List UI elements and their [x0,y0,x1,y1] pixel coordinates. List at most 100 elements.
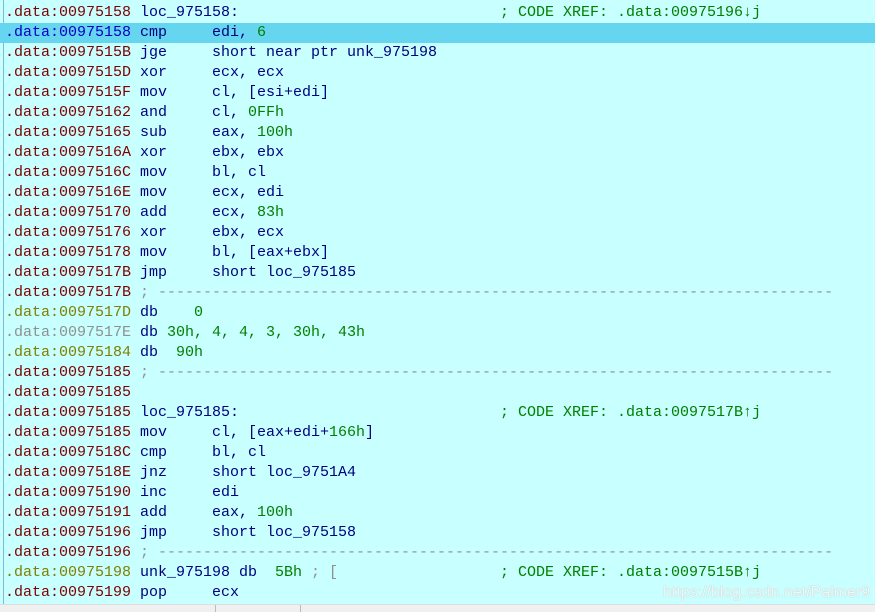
listing-line[interactable]: .data:0097517B jmp short loc_975185 [0,263,875,283]
operand: cl, [eax+edi+ [212,424,330,441]
address: .data:0097516A [5,144,132,161]
listing-line[interactable]: .data:00975196 jmp short loc_975158 [0,523,875,543]
operand: ecx, edi [212,184,285,201]
listing-line[interactable]: .data:00975162 and cl, 0FFh [0,103,875,123]
listing-line[interactable]: .data:0097515D xor ecx, ecx [0,63,875,83]
listing-line[interactable]: .data:00975185 ; ------------------------… [0,363,875,383]
mnemonic: db [140,324,159,341]
mnemonic: xor [140,144,168,161]
listing-line[interactable]: .data:00975178 mov bl, [eax+ebx] [0,243,875,263]
mnemonic: cmp [140,444,168,461]
address: .data:0097516C [5,164,132,181]
address: .data:00975185 [5,384,132,401]
listing-line[interactable]: .data:00975198 unk_975198 db 5Bh ; [ ; CODE … [0,563,875,583]
mnemonic: sub [140,124,168,141]
listing-line-selected[interactable]: .data:00975158 cmp edi, 6 [0,23,875,43]
numeric-operand: 90h [176,344,204,361]
operand: ecx, [212,204,258,221]
address: .data:0097517E [5,324,132,341]
listing-line[interactable]: .data:00975185 [0,383,875,403]
operand: eax, [212,124,258,141]
xref-comment[interactable]: ; CODE XREF: .data:0097517B↑j [500,403,761,423]
numeric-operand: 6 [257,24,267,41]
listing-line[interactable]: .data:0097518C cmp bl, cl [0,443,875,463]
listing-line[interactable]: .data:00975185 loc_975185: ; CODE XREF: .d… [0,403,875,423]
address: .data:00975165 [5,124,132,141]
xref-comment[interactable]: ; CODE XREF: .data:0097515B↑j [500,563,761,583]
xref-comment[interactable]: ; CODE XREF: .data:00975196↓j [500,3,761,23]
mnemonic: jmp [140,524,168,541]
listing-line[interactable]: .data:0097515B jge short near ptr unk_9751… [0,43,875,63]
mnemonic: mov [140,424,168,441]
operand: ecx, ecx [212,64,285,81]
mnemonic: and [140,104,168,121]
operand: ] [365,424,375,441]
listing-line[interactable]: .data:0097516A xor ebx, ebx [0,143,875,163]
address: .data:00975178 [5,244,132,261]
address: .data:0097515B [5,44,132,61]
numeric-operand: 0 [194,304,204,321]
address: .data:00975196 [5,544,132,561]
comment: ; --------------------------------------… [140,544,834,561]
operand: bl, cl [212,444,267,461]
mnemonic: inc [140,484,168,501]
listing-line[interactable]: .data:0097517B ; ------------------------… [0,283,875,303]
listing-line[interactable]: .data:00975165 sub eax, 100h [0,123,875,143]
comment: ; [ [311,564,339,581]
numeric-operand: 5Bh [275,564,303,581]
address: .data:00975199 [5,584,132,601]
numeric-operand: 0FFh [248,104,285,121]
operand: short loc_975158 [212,524,357,541]
listing-line[interactable]: .data:0097516C mov bl, cl [0,163,875,183]
listing-line[interactable]: .data:00975191 add eax, 100h [0,503,875,523]
listing-line[interactable]: .data:00975190 inc edi [0,483,875,503]
operand: eax, [212,504,258,521]
address: .data:00975198 [5,564,132,581]
watermark: https://blog.csdn.net/Palmer9 [663,584,871,601]
listing-line[interactable]: .data:00975196 ; ------------------------… [0,543,875,563]
operand: ebx, ecx [212,224,285,241]
comment: ; --------------------------------------… [140,284,834,301]
address: .data:00975190 [5,484,132,501]
operand: cl, [esi+edi] [212,84,330,101]
mnemonic: add [140,504,168,521]
comment: ; --------------------------------------… [140,364,834,381]
numeric-operand: 100h [257,504,294,521]
address: .data:00975158 [5,4,132,21]
label[interactable]: unk_975198 db [140,563,257,583]
mnemonic: xor [140,224,168,241]
listing-line[interactable]: .data:0097516E mov ecx, edi [0,183,875,203]
listing-line[interactable]: .data:0097517E db 30h, 4, 4, 3, 30h, 43h [0,323,875,343]
listing-line[interactable]: .data:0097515F mov cl, [esi+edi] [0,83,875,103]
operand: bl, cl [212,164,267,181]
mnemonic: pop [140,584,168,601]
address: .data:00975185 [5,364,132,381]
label[interactable]: loc_975185: [140,403,239,423]
mnemonic: mov [140,84,168,101]
address: .data:00975191 [5,504,132,521]
address: .data:0097517D [5,304,132,321]
disassembly-listing[interactable]: .data:00975158 loc_975158: ; CODE XREF: .d… [0,3,875,603]
numeric-operand: 83h [257,204,285,221]
listing-line[interactable]: .data:00975184 db 90h [0,343,875,363]
address: .data:00975162 [5,104,132,121]
listing-line[interactable]: .data:0097517D db 0 [0,303,875,323]
operand: ebx, ebx [212,144,285,161]
listing-line[interactable]: .data:00975185 mov cl, [eax+edi+ 166h] [0,423,875,443]
operand: bl, [eax+ebx] [212,244,330,261]
listing-line[interactable]: .data:00975158 loc_975158: ; CODE XREF: .d… [0,3,875,23]
address: .data:00975176 [5,224,132,241]
mnemonic: jmp [140,264,168,281]
mnemonic: jnz [140,464,168,481]
label[interactable]: loc_975158: [140,3,239,23]
operand: short loc_975185 [212,264,357,281]
address: .data:00975196 [5,524,132,541]
mnemonic: add [140,204,168,221]
listing-line[interactable]: .data:00975176 xor ebx, ecx [0,223,875,243]
address: .data:0097517B [5,284,132,301]
address: .data:00975185 [5,404,132,421]
listing-line[interactable]: .data:0097518E jnz short loc_9751A4 [0,463,875,483]
listing-line[interactable]: .data:00975170 add ecx, 83h [0,203,875,223]
operand: cl, [212,104,249,121]
numeric-operand: 30h, 4, 4, 3, 30h, 43h [167,324,366,341]
